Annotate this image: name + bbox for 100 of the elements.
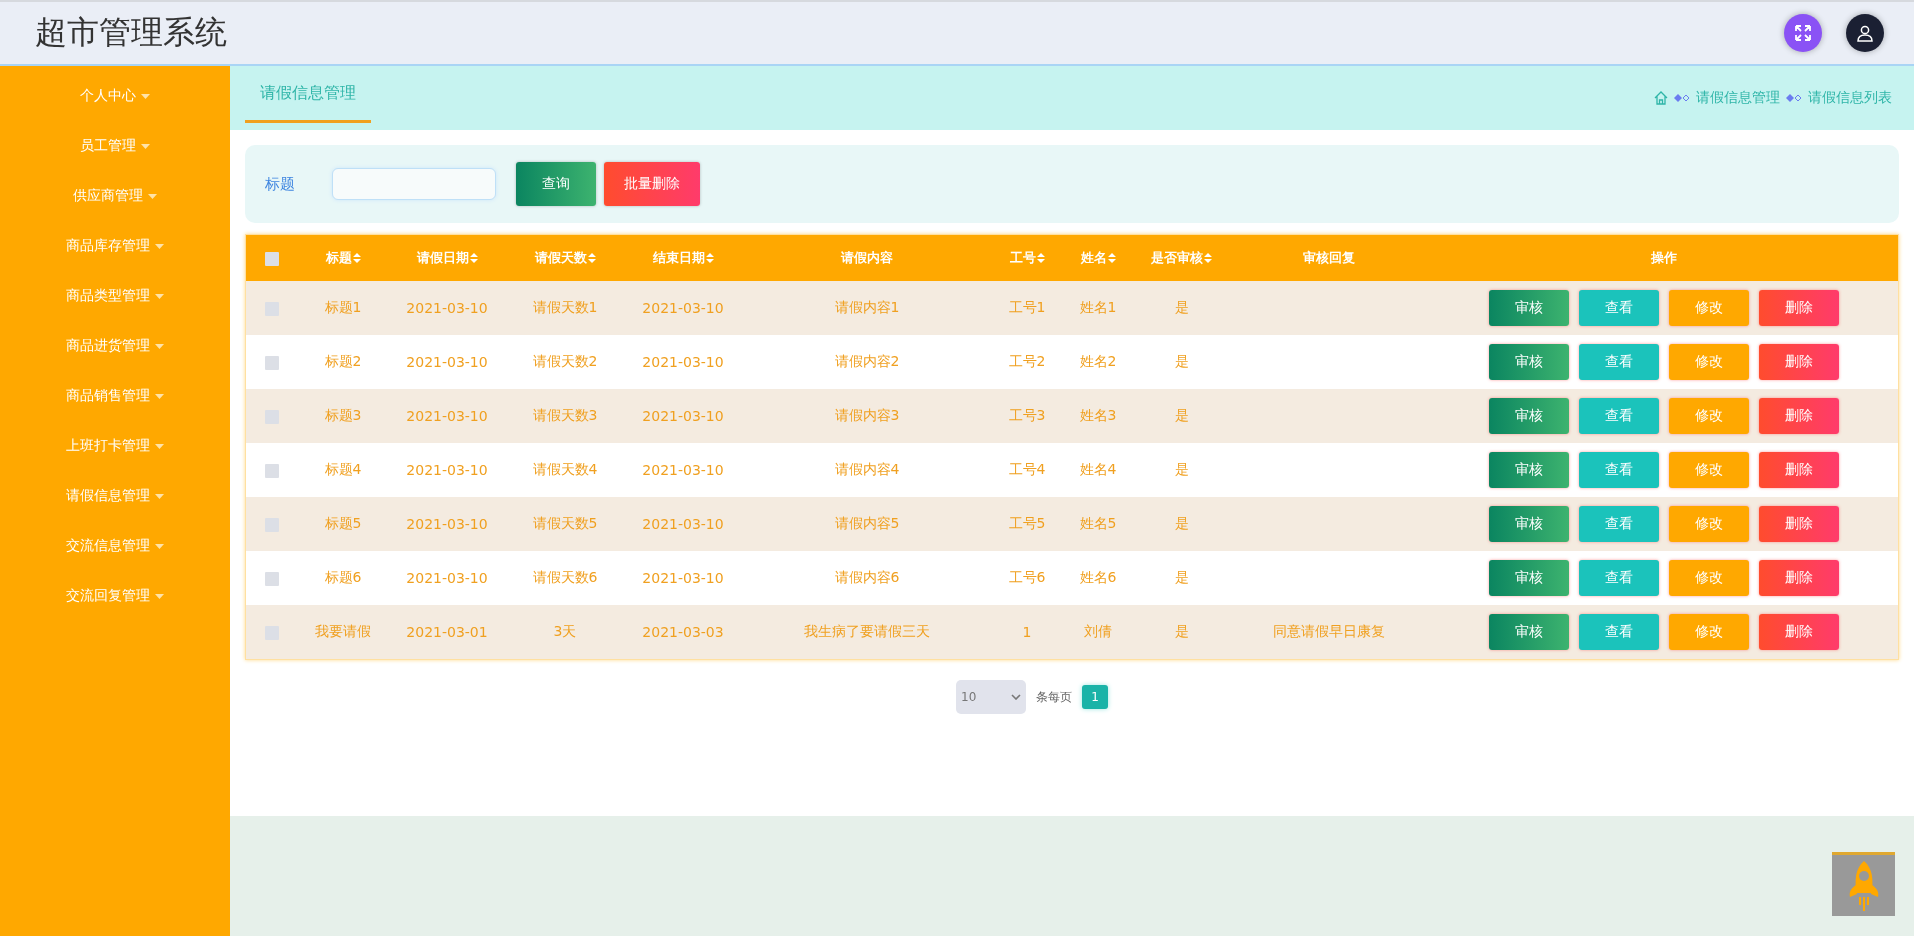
sidebar-item[interactable]: 交流回复管理 [0,571,230,621]
sidebar-item[interactable]: 商品销售管理 [0,371,230,421]
row-checkbox[interactable] [265,410,279,424]
review-button[interactable]: 审核 [1488,614,1569,650]
table-cell: 是 [1174,623,1189,639]
table-cell: 3天 [553,623,577,639]
table-cell: 请假内容1 [834,299,900,315]
delete-button[interactable]: 删除 [1758,452,1839,488]
sidebar-item[interactable]: 商品库存管理 [0,221,230,271]
app-title: 超市管理系统 [35,12,228,53]
row-checkbox[interactable] [265,626,279,640]
sort-icon [705,253,714,263]
table-cell: 工号3 [1008,407,1046,423]
delete-button[interactable]: 批量删除 [604,162,700,206]
home-icon[interactable] [1654,91,1668,105]
table-cell: 请假天数2 [532,353,598,369]
edit-button[interactable]: 修改 [1668,452,1749,488]
sort-icon [1107,253,1116,263]
delete-button[interactable]: 删除 [1758,344,1839,380]
page-size-select[interactable]: 10 [956,680,1026,714]
row-checkbox[interactable] [265,518,279,532]
sidebar-item[interactable]: 员工管理 [0,121,230,171]
review-button[interactable]: 审核 [1488,344,1569,380]
view-button[interactable]: 查看 [1578,452,1659,488]
table-cell: 请假内容2 [834,353,900,369]
review-button[interactable]: 审核 [1488,452,1569,488]
sidebar-item[interactable]: 请假信息管理 [0,471,230,521]
page-number-button[interactable]: 1 [1082,685,1108,709]
sort-icon [352,253,361,263]
search-button[interactable]: 查询 [516,162,596,206]
breadcrumb-link[interactable]: 请假信息列表 [1808,89,1892,107]
sidebar-item[interactable]: 交流信息管理 [0,521,230,571]
view-button[interactable]: 查看 [1578,560,1659,596]
row-checkbox[interactable] [265,572,279,586]
delete-button[interactable]: 删除 [1758,560,1839,596]
table-cell: 是 [1174,407,1189,423]
edit-button[interactable]: 修改 [1668,344,1749,380]
table-cell: 请假内容3 [834,407,900,423]
caret-icon [155,393,164,399]
table-cell: 1 [1022,624,1032,640]
table-cell: 2021-03-10 [406,570,488,586]
table-cell: 姓名5 [1079,515,1117,531]
table-cell: 姓名3 [1079,407,1117,423]
column-header[interactable]: 姓名 [1080,249,1116,267]
select-all-checkbox[interactable] [265,251,279,266]
delete-button[interactable]: 删除 [1758,614,1839,650]
delete-button[interactable]: 删除 [1758,506,1839,542]
sidebar-item[interactable]: 供应商管理 [0,171,230,221]
user-avatar-button[interactable] [1846,14,1884,52]
column-header[interactable]: 标题 [325,249,361,267]
tab[interactable]: 请假信息管理 [245,66,371,123]
table-cell: 2021-03-01 [406,624,488,640]
view-button[interactable]: 查看 [1578,614,1659,650]
view-button[interactable]: 查看 [1578,506,1659,542]
review-button[interactable]: 审核 [1488,560,1569,596]
table-cell: 工号4 [1008,461,1046,477]
breadcrumb-link[interactable]: 请假信息管理 [1696,89,1780,107]
table-cell: 工号5 [1008,515,1046,531]
column-header: 请假内容 [841,249,893,267]
table-cell: 是 [1174,569,1189,585]
row-checkbox[interactable] [265,464,279,478]
table-cell: 2021-03-10 [642,570,724,586]
review-button[interactable]: 审核 [1488,290,1569,326]
edit-button[interactable]: 修改 [1668,506,1749,542]
view-button[interactable]: 查看 [1578,398,1659,434]
sidebar-item[interactable]: 商品类型管理 [0,271,230,321]
review-button[interactable]: 审核 [1488,506,1569,542]
row-checkbox[interactable] [265,302,279,316]
table-cell: 姓名1 [1079,299,1117,315]
column-header: 审核回复 [1303,249,1355,267]
edit-button[interactable]: 修改 [1668,614,1749,650]
row-checkbox[interactable] [265,356,279,370]
sort-icon [1036,253,1045,263]
table-cell: 请假天数1 [532,299,598,315]
table-cell: 2021-03-03 [642,624,724,640]
back-to-top-button[interactable] [1832,852,1895,916]
view-button[interactable]: 查看 [1578,290,1659,326]
caret-icon [155,443,164,449]
fullscreen-button[interactable] [1784,14,1822,52]
table-cell: 请假天数6 [532,569,598,585]
edit-button[interactable]: 修改 [1668,398,1749,434]
sidebar-item[interactable]: 商品进货管理 [0,321,230,371]
table-cell: 刘倩 [1084,623,1112,639]
review-button[interactable]: 审核 [1488,398,1569,434]
caret-icon [155,343,164,349]
sort-icon [587,253,596,263]
table-cell: 工号6 [1008,569,1046,585]
caret-icon [141,143,150,149]
caret-icon [155,543,164,549]
delete-button[interactable]: 删除 [1758,290,1839,326]
table-cell: 工号1 [1008,299,1046,315]
caret-icon [148,193,157,199]
sidebar-item[interactable]: 上班打卡管理 [0,421,230,471]
sidebar-item[interactable]: 个人中心 [0,71,230,121]
delete-button[interactable]: 删除 [1758,398,1839,434]
title-search-field[interactable] [332,168,496,200]
edit-button[interactable]: 修改 [1668,560,1749,596]
view-button[interactable]: 查看 [1578,344,1659,380]
table-cell: 是 [1174,461,1189,477]
edit-button[interactable]: 修改 [1668,290,1749,326]
